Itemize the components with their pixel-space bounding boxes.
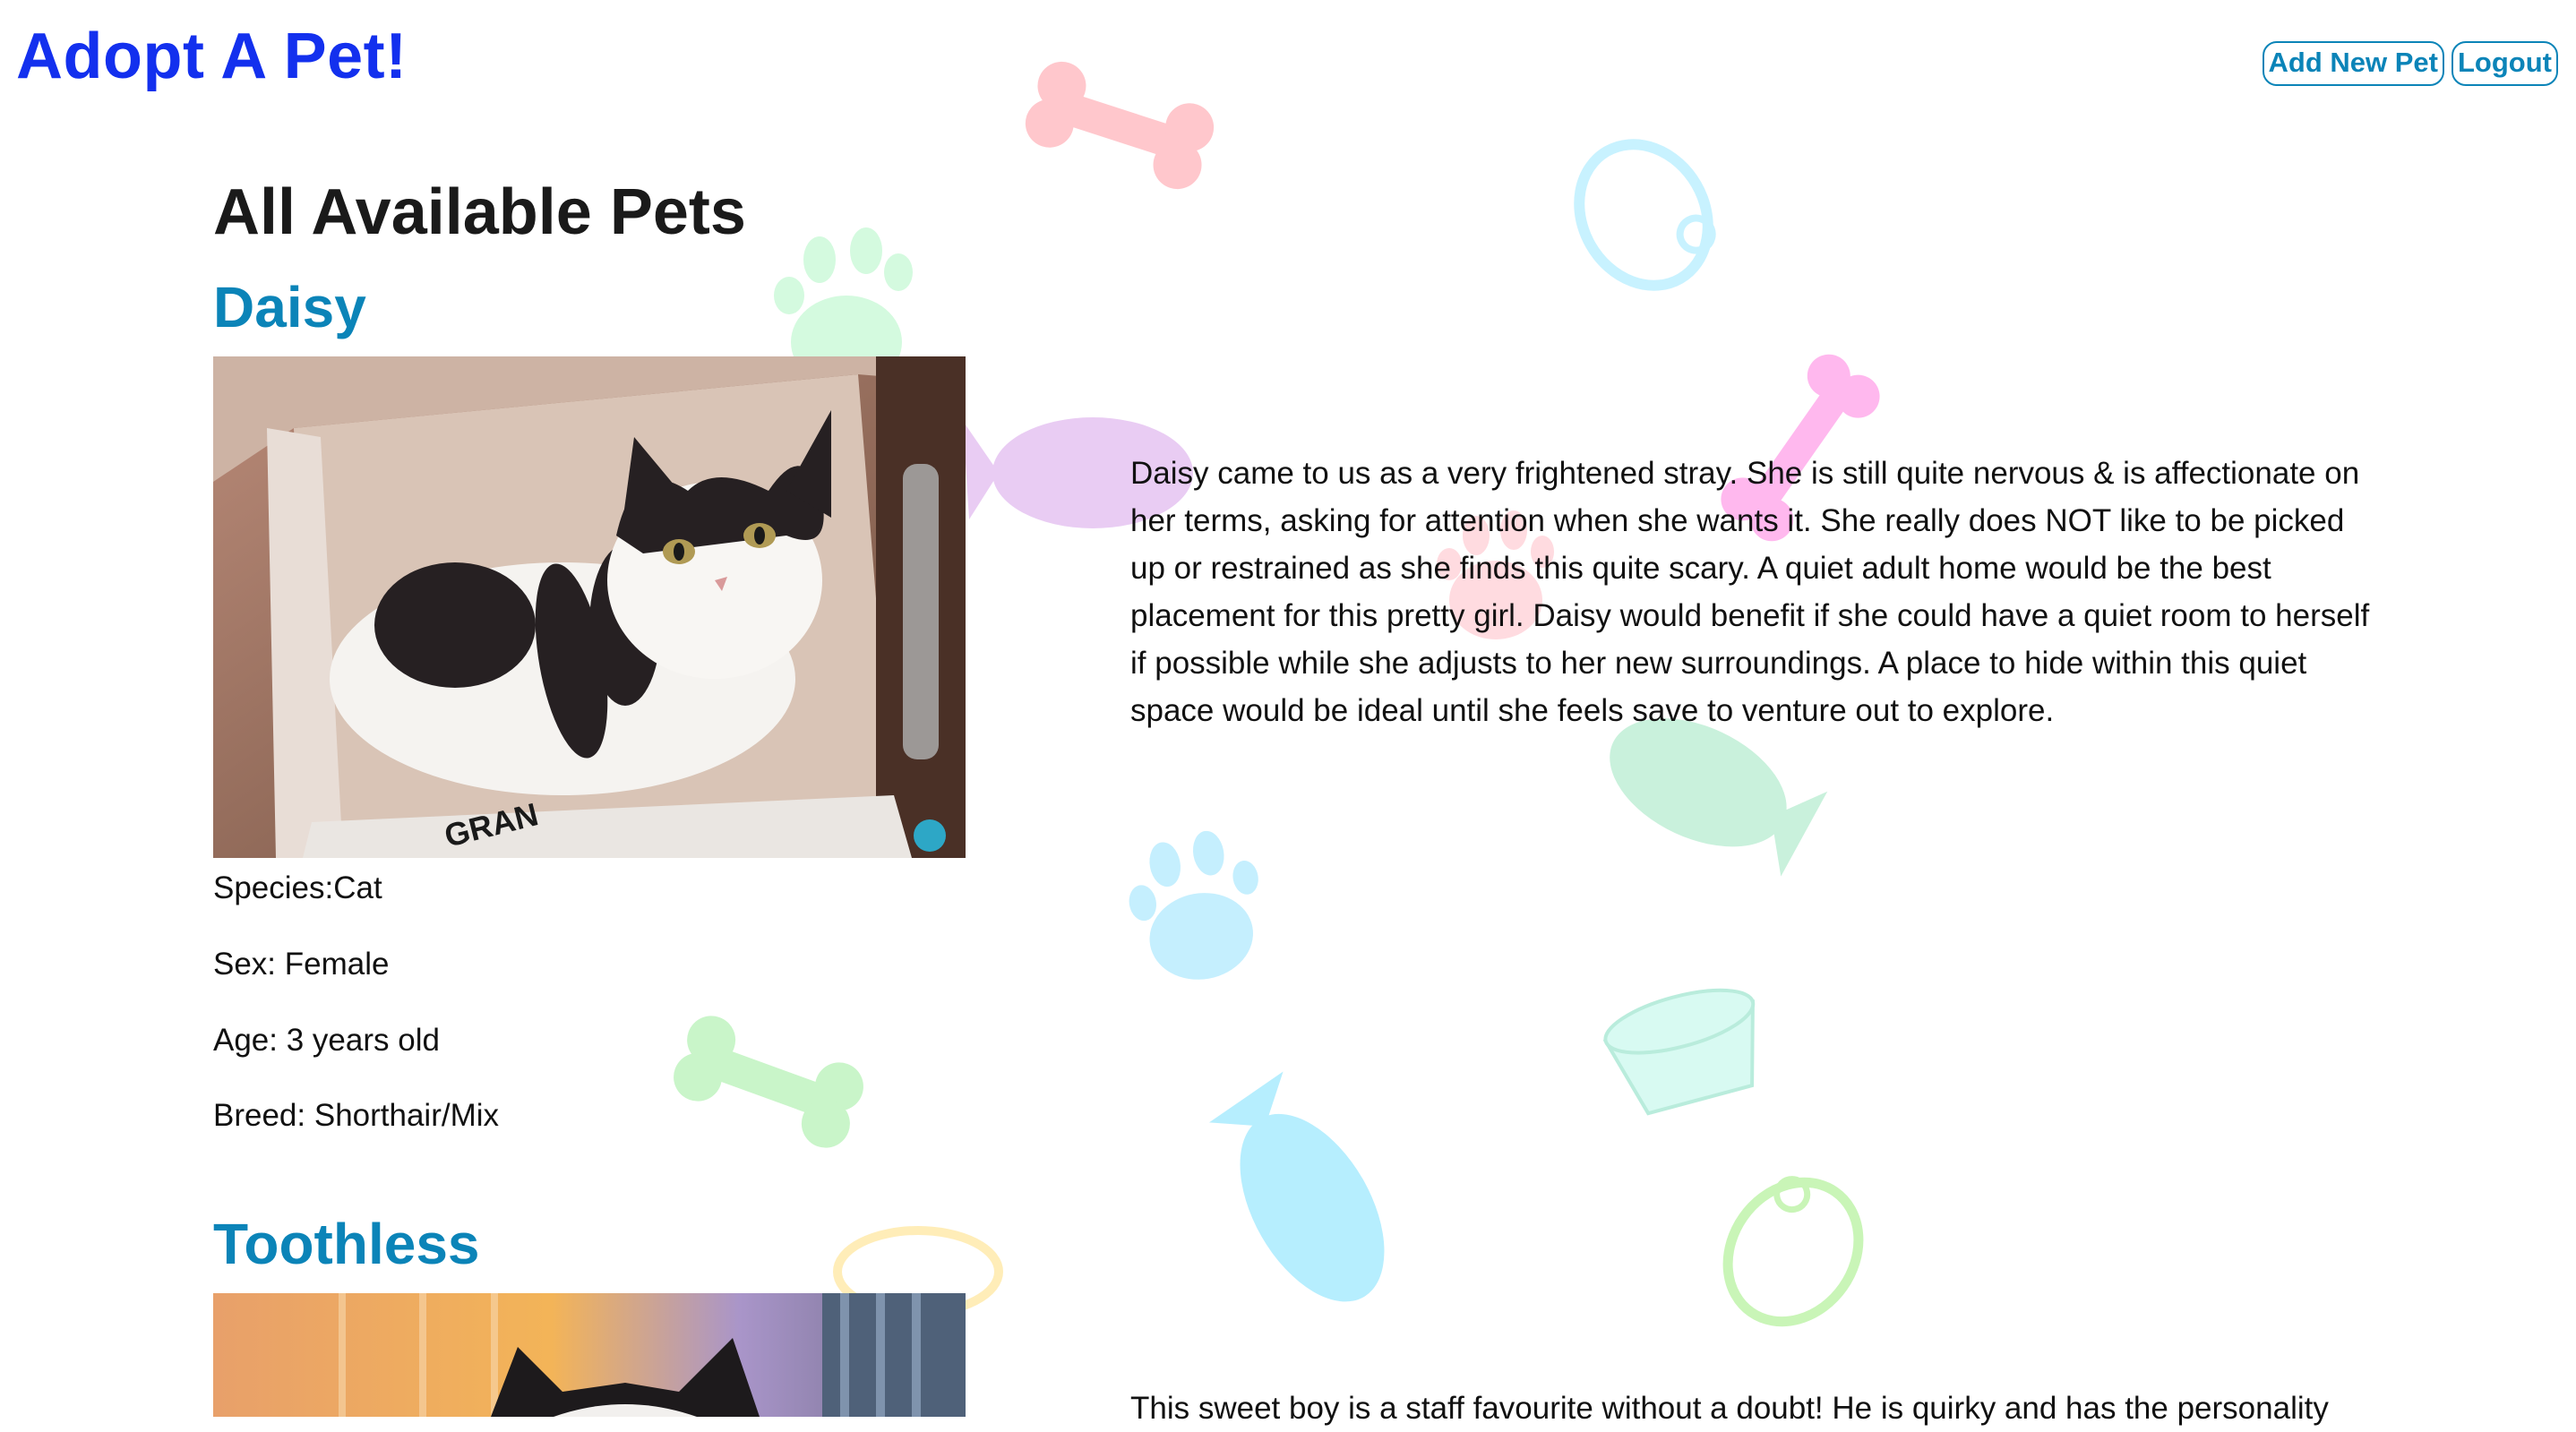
bone-icon	[1025, 61, 1215, 190]
collar-icon	[1722, 1176, 1864, 1327]
paw-icon	[1129, 830, 1258, 980]
pet-description: This sweet boy is a staff favourite with…	[1130, 1391, 2329, 1426]
pet-age: Age: 3 years old	[213, 1023, 440, 1058]
collar-icon	[1574, 139, 1716, 291]
pet-photo	[213, 1293, 966, 1417]
pet-sex: Sex: Female	[213, 947, 390, 982]
add-new-pet-button[interactable]: Add New Pet	[2262, 41, 2444, 86]
pet-name[interactable]: Daisy	[213, 274, 366, 340]
top-nav: Add New Pet Logout	[2262, 41, 2558, 86]
pet-description: Daisy came to us as a very frightened st…	[1130, 456, 2370, 728]
fish-icon	[1208, 1071, 1385, 1302]
site-title[interactable]: Adopt A Pet!	[16, 20, 408, 93]
bone-icon	[674, 1016, 863, 1148]
pet-photo: GRAN	[213, 356, 966, 858]
pet-species: Species:Cat	[213, 870, 382, 905]
page-heading: All Available Pets	[213, 176, 746, 248]
logout-button[interactable]: Logout	[2451, 41, 2558, 86]
pet-breed: Breed: Shorthair/Mix	[213, 1098, 500, 1133]
pet-name[interactable]: Toothless	[213, 1211, 480, 1277]
bowl-icon	[1602, 988, 1756, 1116]
